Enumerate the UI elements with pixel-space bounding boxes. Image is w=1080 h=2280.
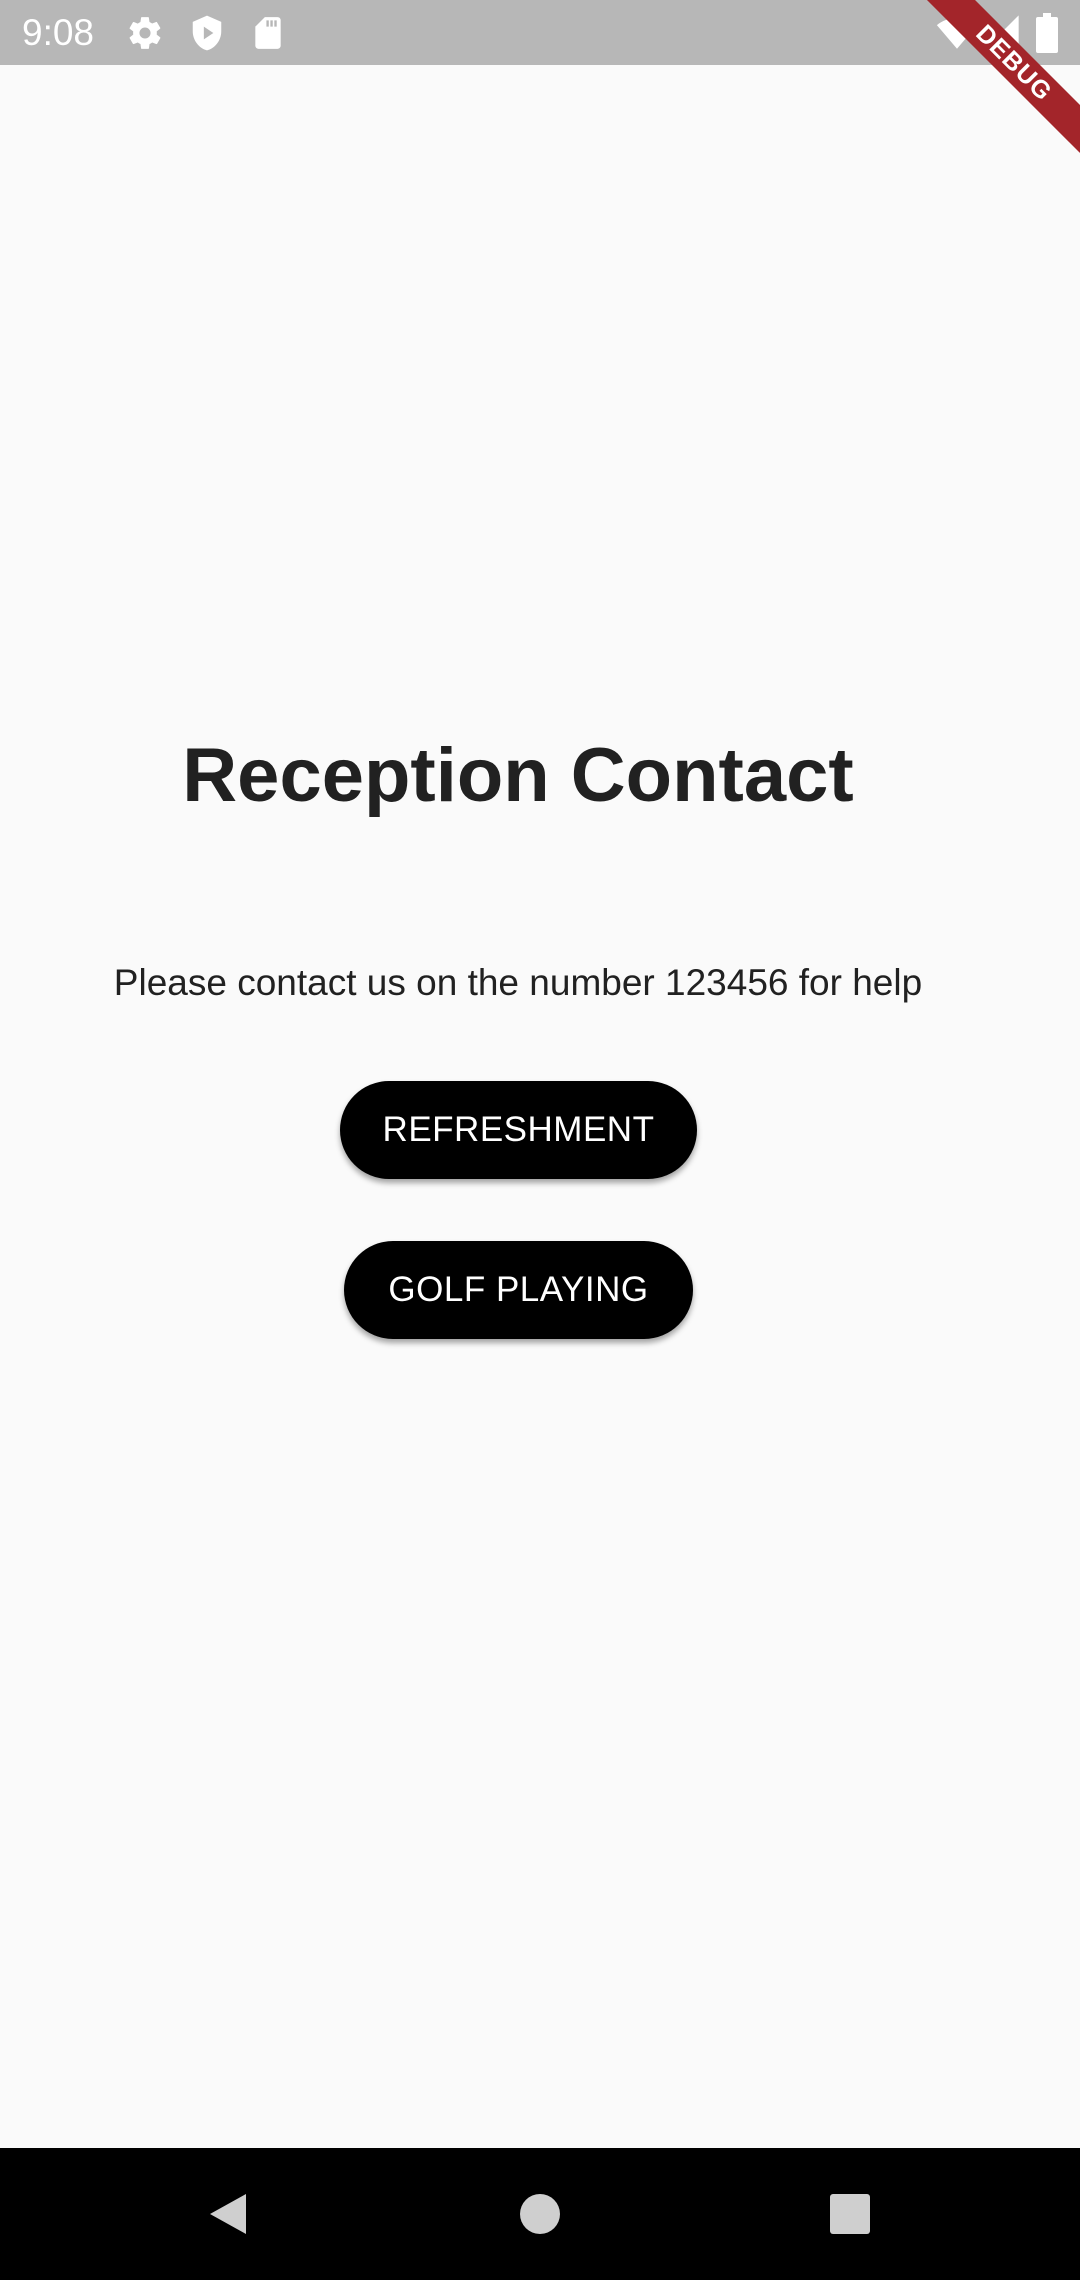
settings-icon [126,14,164,52]
wifi-icon [936,12,978,54]
home-icon[interactable] [504,2178,576,2250]
navigation-bar [0,2148,1080,2280]
sd-card-icon [249,14,287,52]
battery-icon [1036,13,1058,53]
page-title: Reception Contact [182,733,854,818]
status-bar: 9:08 [0,0,1080,65]
cell-signal-icon [982,12,1022,52]
golf-playing-button[interactable]: GOLF PLAYING [344,1241,693,1339]
screen: 9:08 DEBUG Reception Contact Please cont… [0,0,1080,2280]
contact-message: Please contact us on the number 123456 f… [113,962,923,1003]
recents-icon[interactable] [814,2178,886,2250]
shield-play-icon [188,14,226,52]
refreshment-button[interactable]: REFRESHMENT [340,1081,697,1179]
status-time: 9:08 [22,12,95,53]
back-icon[interactable] [190,2178,262,2250]
